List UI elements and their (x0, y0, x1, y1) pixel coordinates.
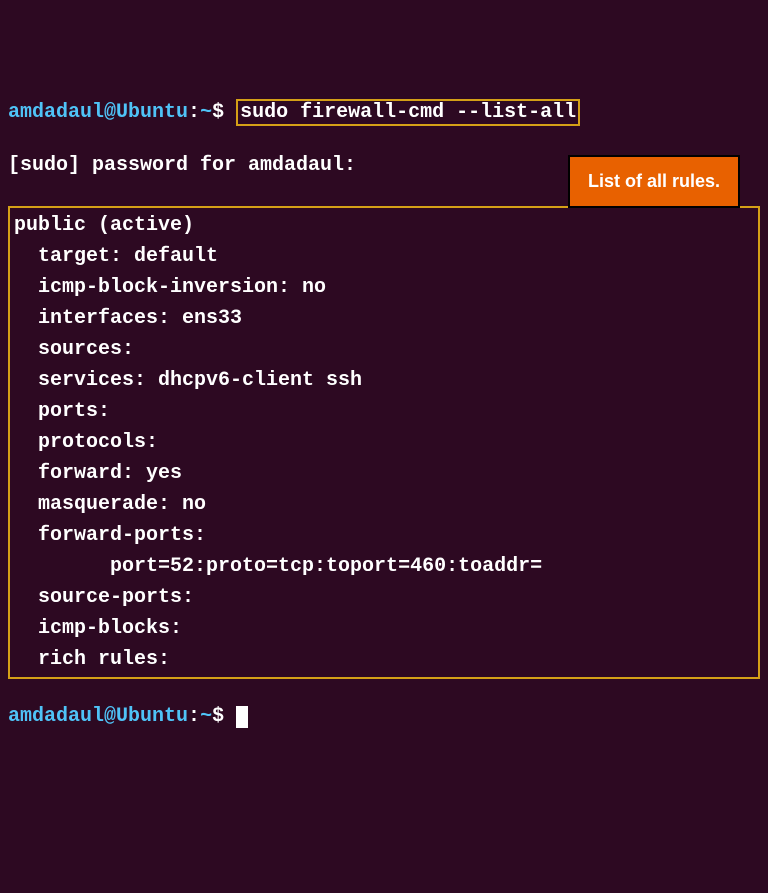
annotation-callout: List of all rules. (568, 155, 740, 208)
output-protocols: protocols: (14, 427, 754, 458)
output-forward-ports-label: forward-ports: (14, 520, 754, 551)
output-services: services: dhcpv6-client ssh (14, 365, 754, 396)
output-target: target: default (14, 241, 754, 272)
prompt-user: amdadaul (8, 101, 104, 124)
output-rich-rules: rich rules: (14, 644, 754, 675)
output-forward-ports-entry: port=52:proto=tcp:toport=460:toaddr= (14, 551, 754, 582)
prompt-line-2: amdadaul@Ubuntu:~$ (8, 702, 760, 732)
output-icmp-block-inversion: icmp-block-inversion: no (14, 272, 754, 303)
command-text[interactable]: sudo firewall-cmd --list-all (240, 101, 576, 124)
output-sources: sources: (14, 334, 754, 365)
output-interfaces: interfaces: ens33 (14, 303, 754, 334)
cursor-icon[interactable] (236, 706, 248, 728)
prompt-symbol: $ (212, 101, 224, 124)
command-highlight-box: sudo firewall-cmd --list-all (236, 99, 580, 126)
output-ports: ports: (14, 396, 754, 427)
prompt-host-2: Ubuntu (116, 705, 188, 728)
prompt-line-1: amdadaul@Ubuntu:~$ sudo firewall-cmd --l… (8, 98, 760, 128)
prompt-at: @ (104, 101, 116, 124)
prompt-path: ~ (200, 101, 212, 124)
output-source-ports: source-ports: (14, 582, 754, 613)
output-forward: forward: yes (14, 458, 754, 489)
prompt-at-2: @ (104, 705, 116, 728)
output-highlight-box: public (active) target: default icmp-blo… (8, 206, 760, 679)
output-icmp-blocks: icmp-blocks: (14, 613, 754, 644)
output-zone-header: public (active) (14, 210, 754, 241)
prompt-colon: : (188, 101, 200, 124)
prompt-user-2: amdadaul (8, 705, 104, 728)
prompt-colon-2: : (188, 705, 200, 728)
output-masquerade: masquerade: no (14, 489, 754, 520)
prompt-path-2: ~ (200, 705, 212, 728)
prompt-symbol-2: $ (212, 705, 224, 728)
prompt-host: Ubuntu (116, 101, 188, 124)
